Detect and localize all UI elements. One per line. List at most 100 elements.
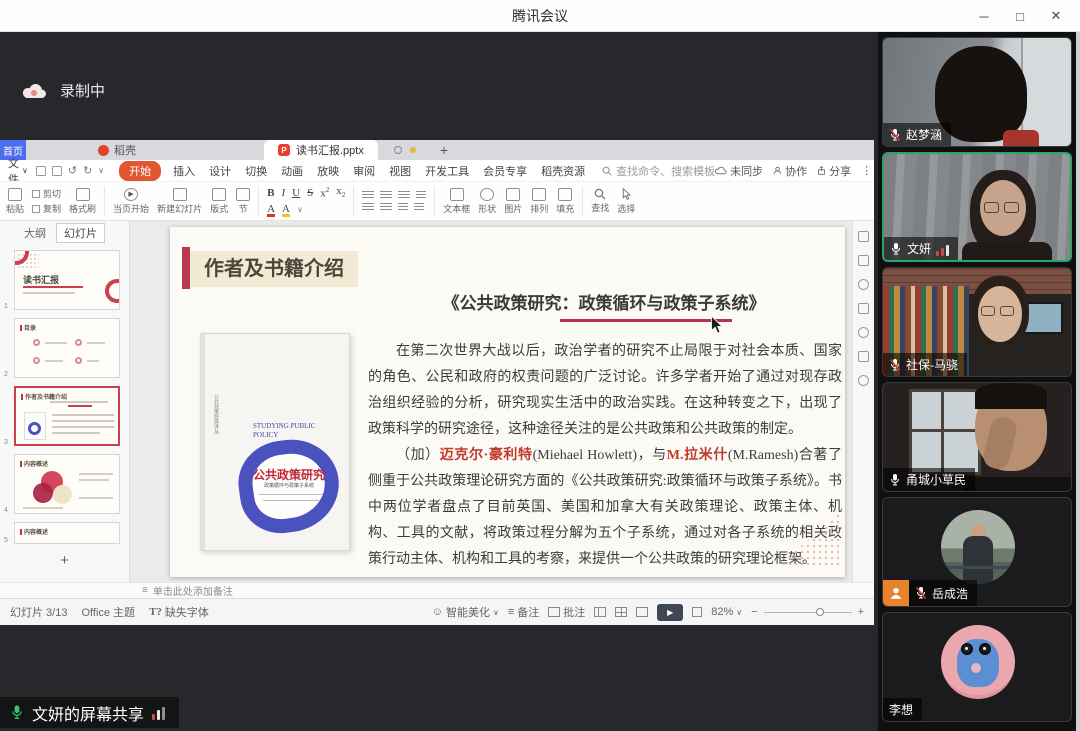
toolbar-divider — [582, 186, 583, 216]
new-slide-button[interactable]: 新建幻灯片 — [157, 188, 202, 215]
collaborate-button[interactable]: 协作 — [773, 163, 807, 179]
tab-document[interactable]: P 读书汇报.pptx — [264, 140, 378, 160]
slide-thumbnail-3-current[interactable]: 作者及书籍介绍 — [14, 386, 120, 446]
close-button[interactable]: ✕ — [1038, 0, 1074, 32]
ribbon-tab-slideshow[interactable]: 放映 — [317, 163, 339, 179]
picture-button[interactable]: 图片 — [504, 188, 522, 215]
indent-button[interactable] — [414, 203, 424, 212]
print-icon[interactable] — [52, 166, 62, 176]
justify-button[interactable] — [362, 203, 374, 212]
image-tool-icon[interactable] — [858, 351, 869, 362]
tab-docer[interactable]: 稻壳 — [88, 140, 146, 160]
slide-thumbnail-5[interactable]: 内容概述 — [14, 522, 120, 544]
notify-icon[interactable] — [394, 146, 402, 154]
outline-tab[interactable]: 大纲 — [24, 225, 46, 241]
font-color-button[interactable]: A — [267, 203, 275, 217]
paste-button[interactable]: 粘贴 — [6, 188, 24, 215]
participant-tile-lixiang[interactable]: 李想 — [882, 612, 1072, 722]
maximize-button[interactable]: □ — [1002, 0, 1038, 32]
smart-beautify-button[interactable]: ☺ 智能美化 ∨ — [432, 604, 499, 620]
minimize-button[interactable]: ─ — [966, 0, 1002, 32]
find-button[interactable]: 查找 — [591, 188, 609, 214]
play-from-page-button[interactable]: ▶ 当页开始 — [113, 188, 149, 215]
settings-gear-icon[interactable] — [858, 375, 869, 386]
underline-button[interactable]: U — [292, 187, 300, 199]
comments-button[interactable]: 批注 — [548, 604, 585, 620]
subscript-button[interactable]: x2 — [336, 185, 345, 199]
fill-button[interactable]: 填充 — [556, 188, 574, 215]
share-button[interactable]: 分享 — [817, 163, 851, 179]
slide-thumbnail-4[interactable]: 内容概述 — [14, 454, 120, 514]
ribbon-tab-member[interactable]: 会员专享 — [483, 163, 527, 179]
arrange-button[interactable]: 排列 — [530, 188, 548, 215]
slide-thumbnail-2[interactable]: 目录 — [14, 318, 120, 378]
textbox-button[interactable]: 文本框 — [443, 188, 470, 215]
participant-tile-wenyan-active-speaker[interactable]: 文妍 — [882, 152, 1072, 262]
select-button[interactable]: 选择 — [617, 188, 635, 215]
current-slide[interactable]: 作者及书籍介绍 《公共政策研究：政策循环与政策子系统》 公共政策经典译丛 STU… — [170, 227, 845, 577]
number-list-button[interactable] — [398, 203, 408, 212]
strike-button[interactable]: S — [307, 187, 313, 199]
ribbon-tab-insert[interactable]: 插入 — [173, 163, 195, 179]
qat-more-icon[interactable]: ∨ — [98, 166, 104, 175]
zoom-in-button[interactable]: + — [858, 606, 864, 618]
participant-tile-yuechenghao[interactable]: 岳成浩 — [882, 497, 1072, 607]
ribbon-tab-transition[interactable]: 切换 — [245, 163, 267, 179]
section-button[interactable]: 节 — [236, 188, 250, 215]
share-doc-icon[interactable] — [858, 231, 869, 242]
notes-toggle-button[interactable]: ≡ 备注 — [508, 604, 539, 620]
bullet-list-button[interactable] — [416, 191, 426, 200]
theme-name[interactable]: Office 主题 — [81, 604, 135, 620]
save-icon[interactable] — [36, 166, 46, 176]
copy-button[interactable]: 复制 — [32, 202, 61, 215]
command-search[interactable]: 查找命令、搜索模板 — [602, 163, 715, 179]
new-tab-button[interactable]: + — [440, 140, 448, 160]
add-slide-button[interactable]: + — [0, 552, 129, 569]
sync-status[interactable]: 未同步 — [715, 163, 763, 179]
notes-bar[interactable]: ≡ 单击此处添加备注 — [0, 582, 874, 598]
adjust-icon[interactable] — [858, 255, 869, 266]
zoom-track[interactable] — [764, 612, 852, 613]
preview-icon[interactable] — [858, 303, 869, 314]
ribbon-tab-view[interactable]: 视图 — [389, 163, 411, 179]
zoom-out-button[interactable]: − — [751, 606, 757, 618]
ribbon-tab-devtools[interactable]: 开发工具 — [425, 163, 469, 179]
align-left-button[interactable] — [362, 191, 374, 200]
align-center-button[interactable] — [380, 191, 392, 200]
sidebar-scrollbar[interactable] — [1076, 32, 1080, 731]
ribbon-tab-docer-resource[interactable]: 稻壳资源 — [541, 163, 585, 179]
slide-thumbnail-1[interactable]: 读书汇报 — [14, 250, 120, 310]
slide-sorter-view-icon[interactable] — [615, 607, 627, 617]
zoom-knob[interactable] — [816, 608, 824, 616]
highlight-color-button[interactable]: A — [282, 203, 290, 217]
more-menu-icon[interactable]: ⋮ — [861, 164, 872, 177]
zoom-level[interactable]: 82% ∨ — [711, 606, 742, 618]
help-icon[interactable] — [858, 327, 869, 338]
cut-button[interactable]: 剪切 — [32, 187, 61, 200]
line-spacing-button[interactable] — [380, 203, 392, 212]
slideshow-play-button[interactable]: ▶ — [657, 604, 683, 621]
reading-view-icon[interactable] — [636, 607, 648, 617]
ribbon-tab-home[interactable]: 开始 — [119, 161, 161, 181]
shapes-button[interactable]: 形状 — [478, 188, 496, 215]
ribbon-tab-design[interactable]: 设计 — [209, 163, 231, 179]
participant-tile-zhaomenghan[interactable]: 赵梦涵 — [882, 37, 1072, 147]
participant-tile-shebao-maxiao[interactable]: 社保-马骁 — [882, 267, 1072, 377]
layout-button[interactable]: 版式 — [210, 188, 228, 215]
fit-to-window-icon[interactable] — [692, 607, 702, 617]
font-more-icon[interactable]: ∨ — [297, 205, 303, 214]
normal-view-icon[interactable] — [594, 607, 606, 617]
ribbon-tab-animation[interactable]: 动画 — [281, 163, 303, 179]
format-painter-button[interactable]: 格式刷 — [69, 188, 96, 215]
participant-tile-yongchengxiaocaomin[interactable]: 甬城小草民 — [882, 382, 1072, 492]
align-right-button[interactable] — [398, 191, 410, 200]
undo-icon[interactable]: ↺ — [68, 164, 77, 177]
missing-font-warning[interactable]: T? 缺失字体 — [149, 604, 209, 620]
bold-button[interactable]: B — [267, 187, 274, 199]
redo-icon[interactable]: ↻ — [83, 164, 92, 177]
italic-button[interactable]: I — [281, 187, 285, 199]
ribbon-tab-review[interactable]: 审阅 — [353, 163, 375, 179]
superscript-button[interactable]: x2 — [320, 186, 329, 200]
slides-tab[interactable]: 幻灯片 — [56, 223, 105, 243]
beautify-icon[interactable] — [858, 279, 869, 290]
